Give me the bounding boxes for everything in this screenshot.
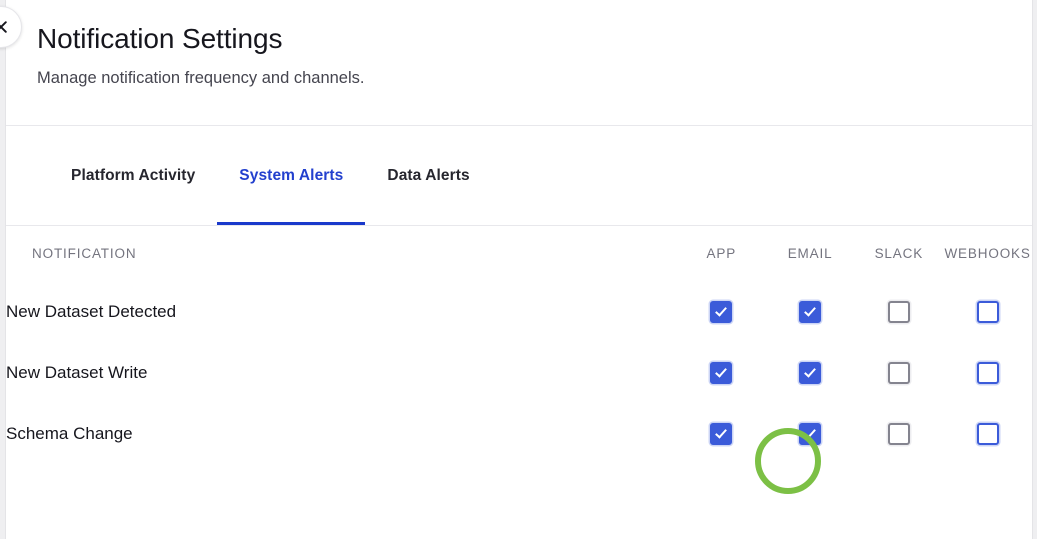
checkbox-box — [976, 300, 999, 323]
table-row: New Dataset Write — [6, 342, 1032, 403]
tab-platform-activity[interactable]: Platform Activity — [49, 126, 217, 225]
checkbox-slack-new-dataset-write[interactable] — [876, 350, 922, 396]
checkbox-email-schema-change[interactable] — [787, 411, 833, 457]
row-label-new-dataset-write: New Dataset Write — [6, 362, 148, 382]
checkbox-app-new-dataset-write[interactable] — [698, 350, 744, 396]
screen-root: Notification Settings Manage notificatio… — [0, 0, 1037, 539]
cell-email — [766, 342, 855, 403]
cell-webhooks — [943, 281, 1032, 342]
page-subtitle: Manage notification frequency and channe… — [37, 68, 365, 87]
table-row: Schema Change — [6, 403, 1032, 464]
checkbox-box — [976, 361, 999, 384]
checkbox-box — [799, 361, 822, 384]
cell-slack — [854, 403, 943, 464]
checkbox-email-new-dataset-detected[interactable] — [787, 289, 833, 335]
checkbox-box — [799, 300, 822, 323]
checkbox-box — [710, 422, 733, 445]
notification-settings-panel: Notification Settings Manage notificatio… — [5, 0, 1033, 539]
tab-label: System Alerts — [239, 166, 344, 184]
column-header-app: APP — [706, 246, 737, 261]
close-icon — [0, 21, 7, 33]
checkbox-webhooks-new-dataset-write[interactable] — [965, 350, 1011, 396]
column-header-email: EMAIL — [787, 246, 833, 261]
cell-webhooks — [943, 403, 1032, 464]
notifications-table: NOTIFICATION APP EMAIL SLACK WEBHOOKS Ne… — [6, 226, 1032, 464]
row-label-new-dataset-detected: New Dataset Detected — [6, 301, 177, 321]
table-body: New Dataset Detected New Dataset Write S… — [6, 281, 1032, 464]
cell-email — [766, 281, 855, 342]
tab-bar: Platform Activity System Alerts Data Ale… — [6, 126, 1032, 225]
column-header-slack: SLACK — [874, 246, 924, 261]
checkbox-email-new-dataset-write[interactable] — [787, 350, 833, 396]
cell-webhooks — [943, 342, 1032, 403]
checkbox-app-new-dataset-detected[interactable] — [698, 289, 744, 335]
tab-label: Platform Activity — [71, 166, 196, 184]
row-label-schema-change: Schema Change — [6, 423, 133, 443]
cell-slack — [854, 281, 943, 342]
panel-header: Notification Settings Manage notificatio… — [6, 0, 1032, 125]
table-header: NOTIFICATION APP EMAIL SLACK WEBHOOKS — [6, 226, 1032, 281]
cell-email — [766, 403, 855, 464]
cell-app — [677, 342, 766, 403]
column-header-notification: NOTIFICATION — [32, 246, 137, 261]
cell-app — [677, 403, 766, 464]
cell-slack — [854, 342, 943, 403]
checkbox-webhooks-schema-change[interactable] — [965, 411, 1011, 457]
checkbox-box — [887, 361, 910, 384]
page-title: Notification Settings — [37, 23, 283, 54]
column-header-webhooks: WEBHOOKS — [944, 246, 1031, 261]
tab-data-alerts[interactable]: Data Alerts — [365, 126, 491, 225]
checkbox-box — [887, 422, 910, 445]
checkbox-app-schema-change[interactable] — [698, 411, 744, 457]
checkbox-box — [710, 361, 733, 384]
cell-app — [677, 281, 766, 342]
tab-label: Data Alerts — [387, 166, 470, 184]
checkbox-box — [799, 422, 822, 445]
checkbox-box — [710, 300, 733, 323]
checkbox-box — [887, 300, 910, 323]
checkbox-box — [976, 422, 999, 445]
tab-system-alerts[interactable]: System Alerts — [217, 126, 366, 225]
table-row: New Dataset Detected — [6, 281, 1032, 342]
checkbox-slack-new-dataset-detected[interactable] — [876, 289, 922, 335]
checkbox-webhooks-new-dataset-detected[interactable] — [965, 289, 1011, 335]
checkbox-slack-schema-change[interactable] — [876, 411, 922, 457]
table-header-row: NOTIFICATION APP EMAIL SLACK WEBHOOKS — [6, 226, 1032, 281]
